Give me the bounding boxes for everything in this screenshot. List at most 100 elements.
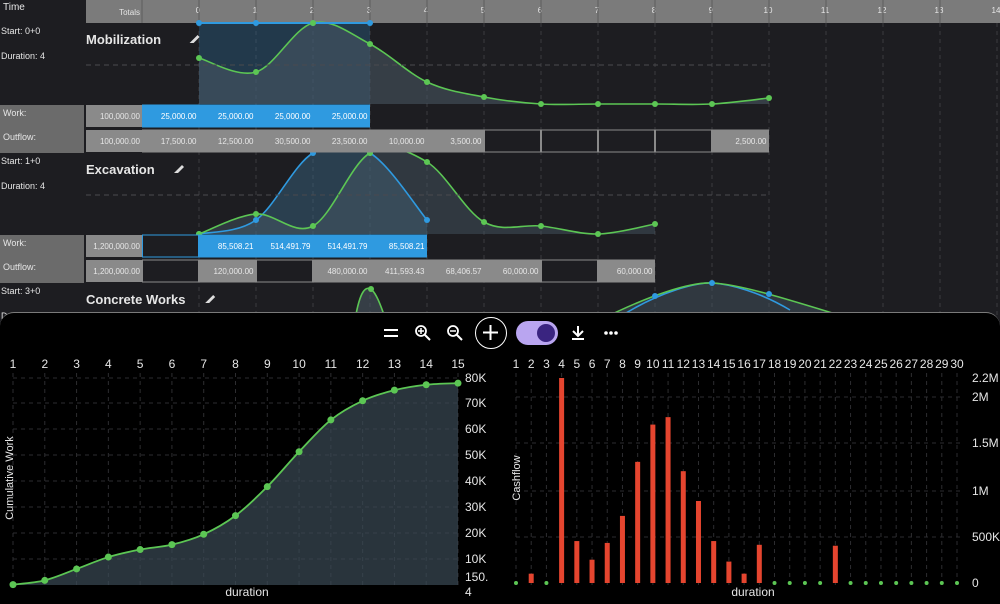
data-point[interactable]	[9, 581, 17, 589]
outflow-cell[interactable]	[484, 129, 541, 153]
outflow-cell[interactable]	[655, 129, 712, 153]
outflow-point[interactable]	[766, 95, 772, 101]
time-column-3: 3	[367, 6, 372, 15]
outflow-point[interactable]	[367, 41, 373, 47]
outflow-point[interactable]	[595, 101, 601, 107]
cashflow-bar[interactable]	[635, 461, 641, 583]
zero-point[interactable]	[544, 581, 549, 585]
outflow-point[interactable]	[595, 231, 601, 237]
cashflow-bar[interactable]	[726, 561, 732, 583]
outflow-point[interactable]	[538, 101, 544, 107]
data-point[interactable]	[232, 512, 239, 520]
outflow-point[interactable]	[196, 55, 202, 61]
outflow-point[interactable]	[424, 159, 430, 165]
outflow-point[interactable]	[253, 211, 259, 217]
y-axis-label: Cashflow	[511, 455, 523, 500]
data-point[interactable]	[200, 530, 208, 538]
zero-point[interactable]	[863, 581, 868, 585]
x-tick: 12	[356, 357, 370, 371]
work-point[interactable]	[424, 217, 430, 223]
work-point[interactable]	[766, 291, 772, 297]
x-tick: 11	[662, 357, 675, 371]
work-point[interactable]	[709, 280, 715, 286]
work-point[interactable]	[253, 217, 259, 223]
cashflow-bar[interactable]	[756, 544, 762, 583]
data-point[interactable]	[422, 381, 430, 389]
outflow-point[interactable]	[310, 20, 316, 26]
outflow-cell[interactable]	[598, 129, 655, 153]
time-header-bar	[86, 0, 1000, 23]
work-point[interactable]	[652, 293, 658, 299]
x-tick: 6	[169, 357, 176, 371]
outflow-cell[interactable]	[142, 259, 199, 283]
cashflow-bar[interactable]	[680, 471, 686, 583]
zero-point[interactable]	[787, 581, 792, 585]
outflow-point[interactable]	[709, 101, 715, 107]
cashflow-bar[interactable]	[619, 515, 625, 583]
cashflow-bar[interactable]	[695, 501, 701, 583]
zero-point[interactable]	[894, 581, 899, 585]
cashflow-bar[interactable]	[574, 541, 580, 583]
outflow-point[interactable]	[481, 219, 487, 225]
outflow-value: 2,500.00	[735, 137, 767, 146]
data-point[interactable]	[104, 553, 112, 561]
data-point[interactable]	[359, 397, 367, 405]
zero-point[interactable]	[802, 581, 807, 585]
work-point[interactable]	[253, 20, 259, 26]
cashflow-chart[interactable]: 1 2 3 4 5 6 7 8 9 10 11 12 13 14 15 16 17 18 19 20 21 22 23 24 2…	[500, 313, 1000, 604]
outflow-point[interactable]	[368, 286, 374, 292]
data-point[interactable]	[73, 565, 81, 573]
cashflow-bar[interactable]	[665, 417, 671, 583]
y-tick: 50K	[465, 448, 486, 462]
outflow-point[interactable]	[538, 223, 544, 229]
x-tick: 13	[388, 357, 402, 371]
outflow-point[interactable]	[424, 79, 430, 85]
zero-point[interactable]	[848, 581, 853, 585]
data-point[interactable]	[327, 416, 335, 424]
cashflow-bar[interactable]	[589, 559, 595, 583]
work-value: 25,000.00	[332, 112, 368, 121]
x-tick: 3	[543, 357, 550, 371]
outflow-cell[interactable]	[541, 129, 598, 153]
cashflow-bar[interactable]	[604, 542, 610, 583]
zero-point[interactable]	[909, 581, 914, 585]
outflow-point[interactable]	[253, 69, 259, 75]
work-cell[interactable]	[142, 234, 199, 258]
outflow-cell[interactable]	[541, 259, 598, 283]
zero-point[interactable]	[955, 581, 959, 585]
data-point[interactable]	[41, 576, 49, 584]
zero-point[interactable]	[514, 581, 518, 585]
zero-point[interactable]	[878, 581, 883, 585]
outflow-point[interactable]	[652, 101, 658, 107]
zero-point[interactable]	[924, 581, 929, 585]
data-point[interactable]	[263, 483, 271, 491]
data-point[interactable]	[295, 448, 303, 456]
outflow-point[interactable]	[652, 221, 658, 227]
cashflow-bar[interactable]	[741, 573, 747, 583]
time-column-6: 6	[538, 6, 543, 15]
x-tick: 5	[137, 357, 144, 371]
outflow-cell[interactable]	[256, 259, 313, 283]
zero-point[interactable]	[939, 581, 944, 585]
data-point[interactable]	[136, 546, 144, 554]
outflow-total: 1,200,000.00	[93, 267, 140, 276]
data-point[interactable]	[390, 386, 398, 394]
work-point[interactable]	[367, 20, 373, 26]
cashflow-bar[interactable]	[528, 573, 534, 583]
work-point[interactable]	[196, 20, 202, 26]
cashflow-bar[interactable]	[832, 545, 838, 583]
data-point[interactable]	[454, 379, 462, 387]
outflow-point[interactable]	[310, 223, 316, 229]
x-axis-label: duration	[731, 585, 774, 599]
cashflow-bar[interactable]	[559, 378, 565, 583]
cashflow-bar[interactable]	[711, 541, 717, 583]
time-column-12: 12	[878, 6, 887, 15]
cashflow-bar[interactable]	[650, 424, 656, 583]
data-point[interactable]	[168, 541, 176, 549]
outflow-point[interactable]	[481, 94, 487, 100]
cumulative-work-chart[interactable]: 1 2 3 4 5 6 7 8 9 10 11 12 13 14 1580K70K60K50K40K30K2…	[0, 313, 490, 604]
time-column-5: 5	[481, 6, 486, 15]
time-column-7: 7	[595, 6, 600, 15]
zero-point[interactable]	[818, 581, 823, 585]
y-tick: 80K	[465, 371, 486, 385]
